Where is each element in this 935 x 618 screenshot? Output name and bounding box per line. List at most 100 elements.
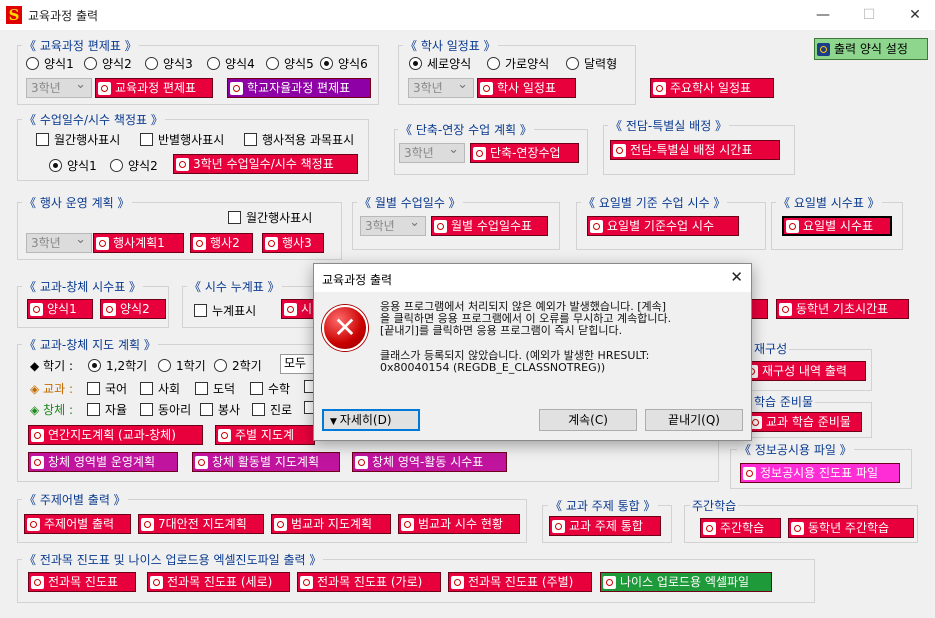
close-button[interactable]: ✕: [892, 0, 935, 30]
progress-button[interactable]: 전과목 진도표: [28, 572, 136, 592]
activity-autonomy-checkbox[interactable]: 자율: [87, 401, 127, 418]
curriculum-grade-select[interactable]: 3학년: [26, 76, 92, 98]
schedule-title: 《 학사 일정표 》: [403, 37, 498, 54]
disclosure-title: 《 정보공시용 파일 》: [737, 441, 854, 458]
activity-club-checkbox[interactable]: 동아리: [140, 401, 191, 418]
hidden-button-edge[interactable]: [750, 299, 768, 319]
dialog-title-bar: 교육과정 출력 ✕: [314, 264, 751, 292]
disclosure-button[interactable]: 정보공시용 진도표 파일: [740, 463, 900, 483]
print-icon: [590, 219, 603, 233]
quit-button[interactable]: 끝내기(Q): [645, 409, 743, 431]
print-icon: [31, 428, 44, 442]
curriculum-radio-5[interactable]: 양식5: [266, 55, 314, 72]
event-plan2-button[interactable]: 행사2: [190, 233, 253, 253]
dialog-close-icon[interactable]: ✕: [730, 268, 743, 286]
term-radio-1[interactable]: 1학기: [158, 357, 206, 374]
event-monthly-checkbox[interactable]: 월간행사표시: [228, 209, 312, 226]
theme-title: 《 주제어별 출력 》: [22, 491, 128, 508]
curriculum-table-button[interactable]: 교육과정 편제표: [95, 78, 213, 98]
area-plan-button[interactable]: 창체 영역별 운영계획: [28, 452, 178, 472]
term-radio-2[interactable]: 2학기: [214, 357, 262, 374]
weekday-hours-title: 《 요일별 시수표 》: [776, 194, 882, 211]
weekly-plan-button[interactable]: 주별 지도계: [215, 425, 315, 445]
minimize-button[interactable]: —: [800, 0, 846, 30]
room-button[interactable]: 전담-특별실 배정 시간표: [610, 140, 780, 160]
safety-plan-button[interactable]: 7대안전 지도계획: [138, 514, 264, 534]
print-icon: [265, 236, 278, 250]
weekly-learning-button[interactable]: 주간학습: [700, 518, 781, 538]
event-grade-select[interactable]: 3학년: [26, 231, 92, 253]
activity-label: ◈ 창체 :: [30, 403, 73, 417]
window-title: 교육과정 출력: [28, 9, 99, 23]
subject-hours-form1-button[interactable]: 양식1: [27, 299, 93, 319]
print-icon: [300, 575, 313, 589]
progress-vertical-button[interactable]: 전과목 진도표 (세로): [147, 572, 290, 592]
subject-social-checkbox[interactable]: 사회: [140, 380, 180, 397]
days-title: 《 수업일수/시수 책정표 》: [22, 111, 165, 128]
yearly-plan-button[interactable]: 연간지도계획 (교과-창체): [28, 425, 203, 445]
term-label: ◆ 학기 :: [30, 359, 73, 373]
curriculum-radio-4[interactable]: 양식4: [207, 55, 255, 72]
area-hours-button[interactable]: 창체 영역-활동 시수표: [352, 452, 507, 472]
term-radio-both[interactable]: 1,2학기: [88, 357, 147, 374]
print-icon: [653, 81, 666, 95]
curriculum-radio-3[interactable]: 양식3: [145, 55, 193, 72]
details-button[interactable]: ▼ 자세히(D): [322, 409, 420, 431]
schedule-radio-vertical[interactable]: 세로양식: [409, 55, 471, 72]
curriculum-radio-1[interactable]: 양식1: [26, 55, 74, 72]
weekly-title: 주간학습: [690, 497, 739, 514]
activity-career-checkbox[interactable]: 진로: [252, 401, 292, 418]
autonomous-table-button[interactable]: 학교자율과정 편제표: [227, 78, 371, 98]
event-plan3-button[interactable]: 행사3: [262, 233, 324, 253]
subject-hours-form2-button[interactable]: 양식2: [100, 299, 166, 319]
continue-button[interactable]: 계속(C): [539, 409, 637, 431]
subject-moral-checkbox[interactable]: 도덕: [195, 380, 235, 397]
progress-weekly-button[interactable]: 전과목 진도표 (주별): [448, 572, 592, 592]
schedule-radio-horizontal[interactable]: 가로양식: [487, 55, 549, 72]
short-grade-select[interactable]: 3학년: [399, 141, 465, 163]
subject-math-checkbox[interactable]: 수학: [250, 380, 290, 397]
short-button[interactable]: 단축-연장수업: [470, 143, 579, 163]
print-icon: [31, 455, 44, 469]
curriculum-radio-6[interactable]: 양식6: [320, 55, 368, 72]
curriculum-radio-2[interactable]: 양식2: [84, 55, 132, 72]
prep-button[interactable]: 교과 학습 준비물: [746, 412, 862, 432]
room-title: 《 전담-특별실 배정 》: [608, 117, 730, 134]
schedule-grade-select[interactable]: 3학년: [408, 76, 474, 98]
days-radio-2[interactable]: 양식2: [110, 157, 158, 174]
event-plan1-button[interactable]: 행사계획1: [93, 233, 184, 253]
days-table-button[interactable]: 3학년 수업일수/시수 책정표: [173, 154, 358, 174]
days-radio-1[interactable]: 양식1: [49, 157, 97, 174]
days-subject-checkbox[interactable]: 행사적용 과목표시: [244, 131, 354, 148]
output-setting-button[interactable]: 출력 양식 설정: [814, 38, 928, 60]
reorg-button[interactable]: 재구성 내역 출력: [742, 361, 866, 381]
same-grade-timetable-button[interactable]: 동학년 기초시간표: [776, 299, 909, 319]
cross-subject-plan-button[interactable]: 범교과 지도계획: [271, 514, 391, 534]
subject-hours-title: 《 교과-창체 시수표 》: [22, 278, 144, 295]
major-schedule-button[interactable]: 주요학사 일정표: [650, 78, 774, 98]
monthly-grade-select[interactable]: 3학년: [360, 214, 426, 236]
theme-output-button[interactable]: 주제어별 출력: [24, 514, 131, 534]
print-icon: [176, 157, 189, 171]
neis-excel-button[interactable]: 나이스 업로드용 엑셀파일: [600, 572, 772, 592]
activity-volunteer-checkbox[interactable]: 봉사: [200, 401, 240, 418]
print-icon: [218, 428, 231, 442]
progress-horizontal-button[interactable]: 전과목 진도표 (가로): [297, 572, 441, 592]
days-monthly-checkbox[interactable]: 월간행사표시: [36, 131, 120, 148]
cumulative-checkbox[interactable]: 누계표시: [194, 302, 256, 319]
short-title: 《 단축-연장 수업 계획 》: [398, 121, 534, 138]
schedule-button[interactable]: 학사 일정표: [477, 78, 576, 98]
weekday-button[interactable]: 요일별 기준수업 시수: [587, 216, 739, 236]
progress-title: 《 전과목 진도표 및 나이스 업로드용 엑셀진도파일 출력 》: [22, 551, 324, 568]
same-grade-weekly-button[interactable]: 동학년 주간학습: [788, 518, 914, 538]
integration-button[interactable]: 교과 주제 통합: [549, 516, 661, 536]
monthly-button[interactable]: 월별 수업일수표: [431, 216, 548, 236]
maximize-button[interactable]: ☐: [846, 0, 892, 30]
weekday-hours-button[interactable]: 요일별 시수표: [782, 216, 892, 236]
curriculum-title: 《 교육과정 편제표 》: [22, 37, 139, 54]
subject-korean-checkbox[interactable]: 국어: [87, 380, 127, 397]
cross-subject-hours-button[interactable]: 범교과 시수 현황: [398, 514, 520, 534]
days-class-checkbox[interactable]: 반별행사표시: [140, 131, 224, 148]
activity-plan-button[interactable]: 창체 활동별 지도계획: [192, 452, 340, 472]
schedule-radio-calendar[interactable]: 달력형: [566, 55, 617, 72]
